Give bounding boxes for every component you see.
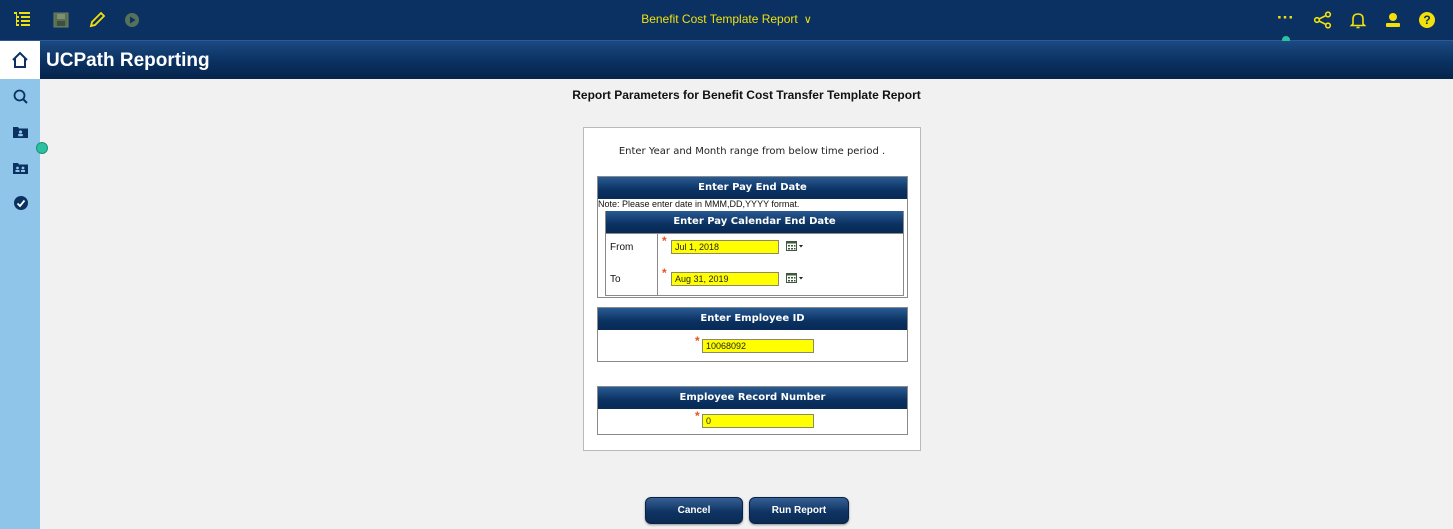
report-title-dropdown[interactable]: Benefit Cost Template Report ∨	[0, 12, 1453, 26]
page-title: UCPath Reporting	[46, 50, 210, 71]
search-icon[interactable]	[12, 88, 30, 106]
user-icon[interactable]	[1383, 10, 1403, 30]
pay-calendar-header: Enter Pay Calendar End Date	[606, 211, 903, 233]
more-dots-icon[interactable]: ···	[1277, 8, 1299, 28]
chevron-down-icon: ∨	[803, 14, 812, 26]
app-header: UCPath Reporting	[0, 41, 1453, 79]
column-divider	[657, 234, 658, 295]
instruction-text: Enter Year and Month range from below ti…	[618, 146, 886, 157]
cancel-button[interactable]: Cancel	[645, 497, 743, 524]
required-marker: *	[695, 409, 700, 423]
employee-record-input[interactable]: 0	[702, 414, 814, 428]
date-format-note: Note: Please enter date in MMM,DD,YYYY f…	[598, 199, 800, 209]
from-label: From	[610, 242, 634, 253]
pay-end-date-section: Enter Pay End Date Note: Please enter da…	[597, 176, 908, 298]
from-date-input[interactable]: Jul 1, 2018	[671, 240, 779, 254]
employee-id-section: Enter Employee ID * 10068092	[597, 307, 908, 362]
employee-record-section: Employee Record Number * 0	[597, 386, 908, 435]
calendar-picker-icon[interactable]	[786, 241, 804, 252]
sidebar-indicator-dot	[36, 142, 48, 154]
run-report-button[interactable]: Run Report	[749, 497, 849, 524]
employee-id-header: Enter Employee ID	[598, 308, 907, 330]
required-marker: *	[662, 234, 667, 248]
employee-record-header: Employee Record Number	[598, 387, 907, 409]
share-icon[interactable]	[1313, 10, 1333, 30]
bell-icon[interactable]	[1348, 10, 1368, 30]
parameters-panel: Enter Year and Month range from below ti…	[583, 127, 921, 451]
report-title: Benefit Cost Template Report	[641, 12, 798, 26]
to-label: To	[610, 274, 621, 285]
to-date-input[interactable]: Aug 31, 2019	[671, 272, 779, 286]
check-circle-icon[interactable]	[12, 194, 30, 212]
pay-calendar-section: Enter Pay Calendar End Date From * Jul 1…	[605, 211, 904, 296]
folder-person-icon[interactable]	[12, 123, 30, 141]
calendar-picker-icon[interactable]	[786, 273, 804, 284]
home-button[interactable]	[0, 41, 40, 79]
folder-group-icon[interactable]	[12, 159, 30, 177]
date-range-grid: From * Jul 1, 2018 To * Aug 31, 2019	[606, 233, 903, 295]
required-marker: *	[662, 266, 667, 280]
employee-id-input[interactable]: 10068092	[702, 339, 814, 353]
report-parameters-title: Report Parameters for Benefit Cost Trans…	[572, 88, 921, 102]
pay-end-date-header: Enter Pay End Date	[598, 177, 907, 199]
required-marker: *	[695, 334, 700, 348]
help-icon[interactable]: ?	[1419, 12, 1435, 28]
sidebar	[0, 79, 48, 529]
home-icon	[12, 51, 28, 68]
top-toolbar: Benefit Cost Template Report ∨ ··· ?	[0, 0, 1453, 44]
